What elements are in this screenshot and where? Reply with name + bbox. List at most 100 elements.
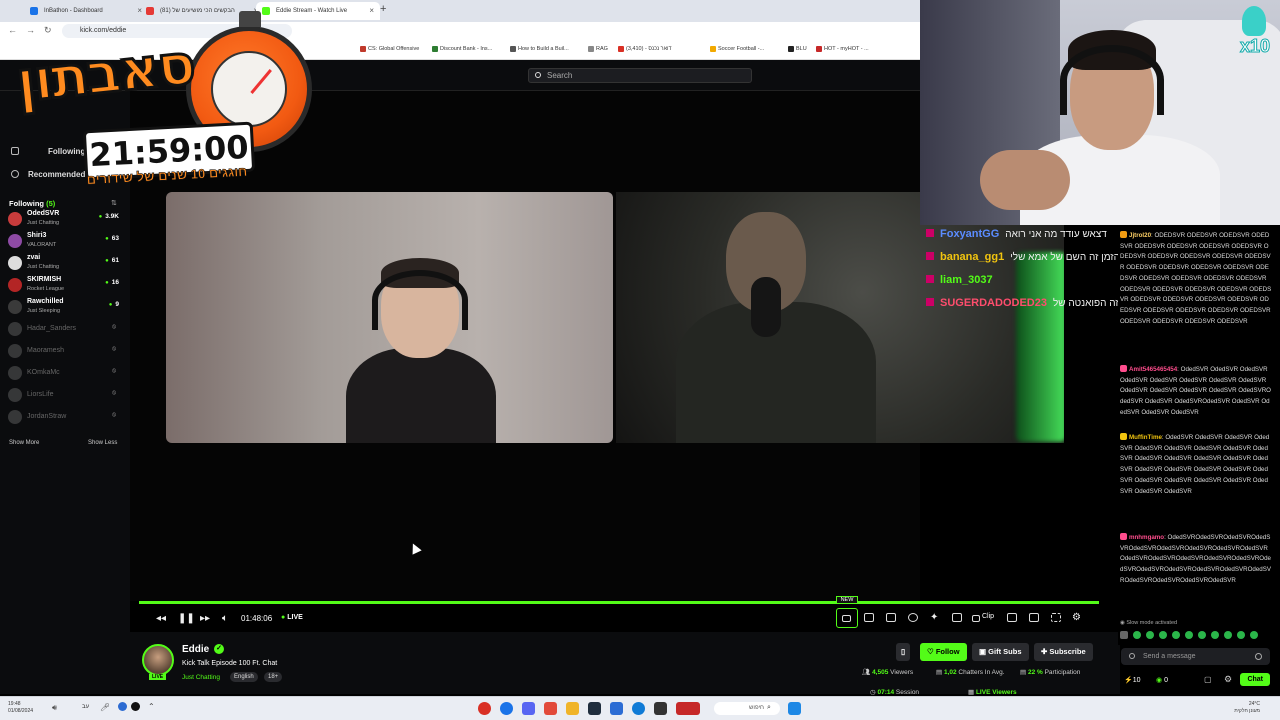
notification-center-icon[interactable] [118, 702, 127, 711]
chat-input[interactable]: Send a message [1121, 648, 1270, 665]
volume-icon[interactable]: 🔈︎ [222, 613, 228, 624]
emote-icon[interactable] [1146, 631, 1154, 639]
live-indicator[interactable]: LIVE [281, 614, 303, 621]
chat-username[interactable]: Jjtrol20 [1129, 232, 1151, 239]
search-input[interactable]: Search [528, 68, 752, 83]
gift-subs-button[interactable]: ▣ Gift Subs [972, 643, 1029, 661]
emote-icon[interactable] [1211, 631, 1219, 639]
app-icon[interactable] [676, 702, 700, 715]
weather-widget[interactable]: 24°C מעונן חלקית [1234, 701, 1260, 715]
picture-in-picture-icon[interactable] [952, 613, 962, 622]
session-time: ◷ 07:14 Session [870, 689, 920, 696]
sparkle-icon[interactable]: ✦ [930, 612, 938, 623]
emote-icon[interactable] [1172, 631, 1180, 639]
channel-name: OdedSVR [27, 210, 60, 217]
app-icon[interactable] [654, 702, 667, 715]
bookmark[interactable]: RAG [588, 46, 608, 52]
overlay-chat-message: SUGERDADODED23 זה הפואנטה של [926, 297, 1119, 309]
bookmark[interactable]: HOT - myHOT - ... [816, 46, 869, 52]
sidebar-item-skirmish[interactable]: SKIRMISH Rocket League 16 [8, 275, 122, 297]
chrome-icon[interactable] [500, 702, 513, 715]
emote-icon[interactable] [1159, 631, 1167, 639]
rewind-icon[interactable]: ◂◂ [156, 613, 166, 624]
chat-bubble-icon[interactable]: ▢ [1204, 675, 1212, 684]
show-less-button[interactable]: Show Less [88, 440, 117, 446]
crop-icon[interactable] [864, 613, 874, 622]
forward-icon[interactable]: ▸▸ [200, 613, 210, 624]
badge-icon [926, 275, 934, 283]
pause-icon[interactable]: ❚❚ [178, 613, 195, 624]
emote-icon[interactable] [1120, 631, 1128, 639]
bookmark[interactable]: Discount Bank - Ins... [432, 46, 492, 52]
avatar [8, 256, 22, 270]
avatar [8, 212, 22, 226]
theater-mode-icon[interactable] [1029, 613, 1039, 622]
chat-send-button[interactable]: Chat [1240, 673, 1270, 686]
app-icon[interactable] [544, 702, 557, 715]
bookmark[interactable]: Soccer Football -... [710, 46, 764, 52]
start-icon[interactable] [788, 702, 801, 715]
app-tray-icon[interactable] [131, 702, 140, 711]
sidebar-item-jordanstraw[interactable]: JordanStraw [8, 407, 122, 429]
keyboard-language[interactable]: עב [82, 704, 89, 710]
sidebar-item-hadar_sanders[interactable]: Hadar_Sanders [8, 319, 122, 341]
sidebar-item-maoramesh[interactable]: Maoramesh [8, 341, 122, 363]
bookmark[interactable]: How to Build a Buil... [510, 46, 569, 52]
sidebar-item-rawchilled[interactable]: Rawchilled Just Sleeping 9 [8, 297, 122, 319]
sidebar-item-komkamc[interactable]: KOmkaMc [8, 363, 122, 385]
sidebar-item-zvai[interactable]: zvai Just Chatting 61 [8, 253, 122, 275]
mic-icon[interactable]: 🎤︎ [100, 703, 110, 712]
channel-points[interactable]: ⚡10 [1124, 676, 1141, 684]
avatar [8, 234, 22, 248]
emote-icon[interactable] [1185, 631, 1193, 639]
subscribe-button[interactable]: ✚ Subscribe [1034, 643, 1093, 661]
tag-language[interactable]: English [230, 672, 258, 682]
speaker-icon[interactable]: 🔊︎ [52, 703, 57, 713]
emote-icon[interactable] [1250, 631, 1258, 639]
fullscreen-icon[interactable] [1051, 613, 1061, 622]
tag-age[interactable]: 18+ [264, 672, 283, 682]
bookmark[interactable]: CS: Global Offensive [360, 46, 419, 52]
settings-icon[interactable]: ⚙ [1072, 612, 1081, 623]
chat-username[interactable]: MuffinTime [1129, 434, 1162, 441]
bookmark[interactable]: BLU [788, 46, 807, 52]
channel-name: SKIRMISH [27, 276, 62, 283]
app-icon[interactable] [478, 702, 491, 715]
chevron-up-icon[interactable]: ⌃ [148, 702, 155, 711]
sidebar-item-shiri3[interactable]: Shiri3 VALORANT 63 [8, 231, 122, 253]
guest-figure [346, 258, 496, 443]
edge-icon[interactable] [632, 702, 645, 715]
emote-icon[interactable] [1133, 631, 1141, 639]
emote-icon[interactable] [1198, 631, 1206, 639]
channel-name: Hadar_Sanders [27, 325, 77, 332]
bookmark[interactable]: (3,410) - דואר נכנס [618, 46, 672, 52]
category-link[interactable]: Just Chatting [182, 674, 220, 681]
steam-icon[interactable] [588, 702, 601, 715]
chat-message: Amit5465465454: OdedSVR OdedSVR OdedSVR … [1120, 365, 1271, 416]
kick-points[interactable]: ◉ 0 [1156, 676, 1168, 684]
avatar[interactable]: LIVE [142, 644, 174, 680]
speed-icon[interactable] [908, 613, 918, 622]
search-placeholder: Search [547, 71, 573, 80]
chat-username[interactable]: mnhmgamo [1129, 534, 1164, 541]
channel-name: KOmkaMc [27, 369, 60, 376]
layout-icon[interactable] [886, 613, 896, 622]
video-progress-bar[interactable] [139, 601, 1099, 604]
emote-icon[interactable] [1224, 631, 1232, 639]
emoji-icon[interactable] [1255, 653, 1262, 660]
notification-icon[interactable]: ▯ [896, 643, 911, 661]
new-tab-icon[interactable]: + [380, 3, 386, 15]
app-icon[interactable] [610, 702, 623, 715]
discord-icon[interactable] [522, 702, 535, 715]
captions-icon[interactable] [1007, 613, 1017, 622]
chat-username[interactable]: Amit5465465454 [1129, 366, 1177, 373]
follow-button[interactable]: ♡ Follow [920, 643, 967, 661]
close-icon[interactable]: × [369, 2, 374, 20]
sidebar-item-liorslife[interactable]: LiorsLife [8, 385, 122, 407]
folder-icon[interactable] [566, 702, 579, 715]
show-more-button[interactable]: Show More [9, 440, 39, 446]
sidebar-item-odedsvr[interactable]: OdedSVR Just Chatting 3.9K [8, 209, 122, 231]
streamer-name[interactable]: Eddie [182, 644, 209, 655]
emote-icon[interactable] [1237, 631, 1245, 639]
settings-icon[interactable]: ⚙ [1224, 674, 1232, 685]
